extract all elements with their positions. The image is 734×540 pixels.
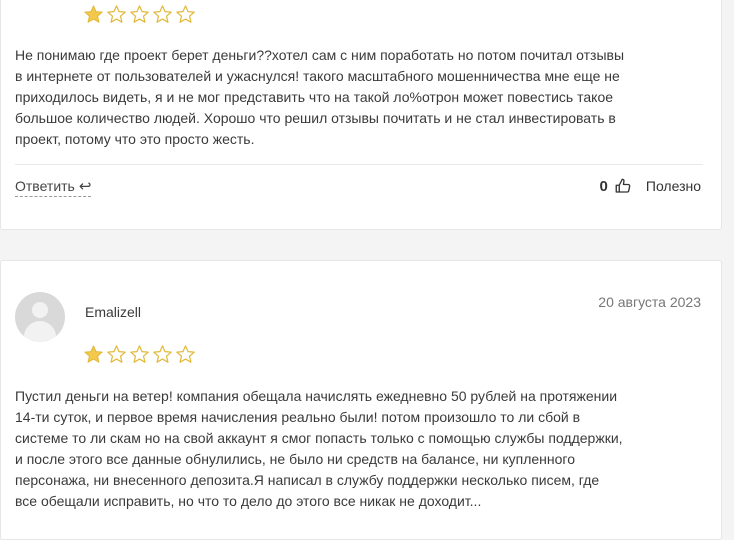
avatar-head xyxy=(32,302,48,318)
avatar-body xyxy=(24,321,56,342)
star-empty-icon xyxy=(129,4,150,25)
star-empty-icon xyxy=(106,344,127,365)
star-empty-icon xyxy=(129,344,150,365)
rating-stars xyxy=(83,4,196,25)
reply-arrow-icon: ↩ xyxy=(78,177,92,195)
review-text: Пустил деньги на ветер! компания обещала… xyxy=(15,388,623,509)
star-empty-icon xyxy=(152,4,173,25)
star-filled-icon xyxy=(83,344,104,365)
author-name: Emalizell xyxy=(85,304,142,320)
review-card: Не понимаю где проект берет деньги??хоте… xyxy=(0,0,722,230)
star-filled-icon xyxy=(83,4,104,25)
review-date: 20 августа 2023 xyxy=(598,294,701,310)
helpful-vote: 0 Полезно xyxy=(600,177,701,195)
rating-stars xyxy=(83,344,196,365)
reply-button[interactable]: Ответить ↩ xyxy=(15,177,92,197)
review-card: Emalizell 20 августа 2023 Пустил деньги … xyxy=(0,260,722,540)
helpful-button[interactable]: Полезно xyxy=(646,178,701,194)
avatar xyxy=(15,292,65,342)
reply-label: Ответить xyxy=(15,178,75,194)
star-empty-icon xyxy=(106,4,127,25)
star-empty-icon xyxy=(175,4,196,25)
star-empty-icon xyxy=(175,344,196,365)
helpful-count: 0 xyxy=(599,177,608,195)
star-empty-icon xyxy=(152,344,173,365)
review-text: Не понимаю где проект берет деньги??хоте… xyxy=(15,47,625,147)
thumbs-up-icon[interactable] xyxy=(614,177,646,195)
divider xyxy=(15,164,703,165)
